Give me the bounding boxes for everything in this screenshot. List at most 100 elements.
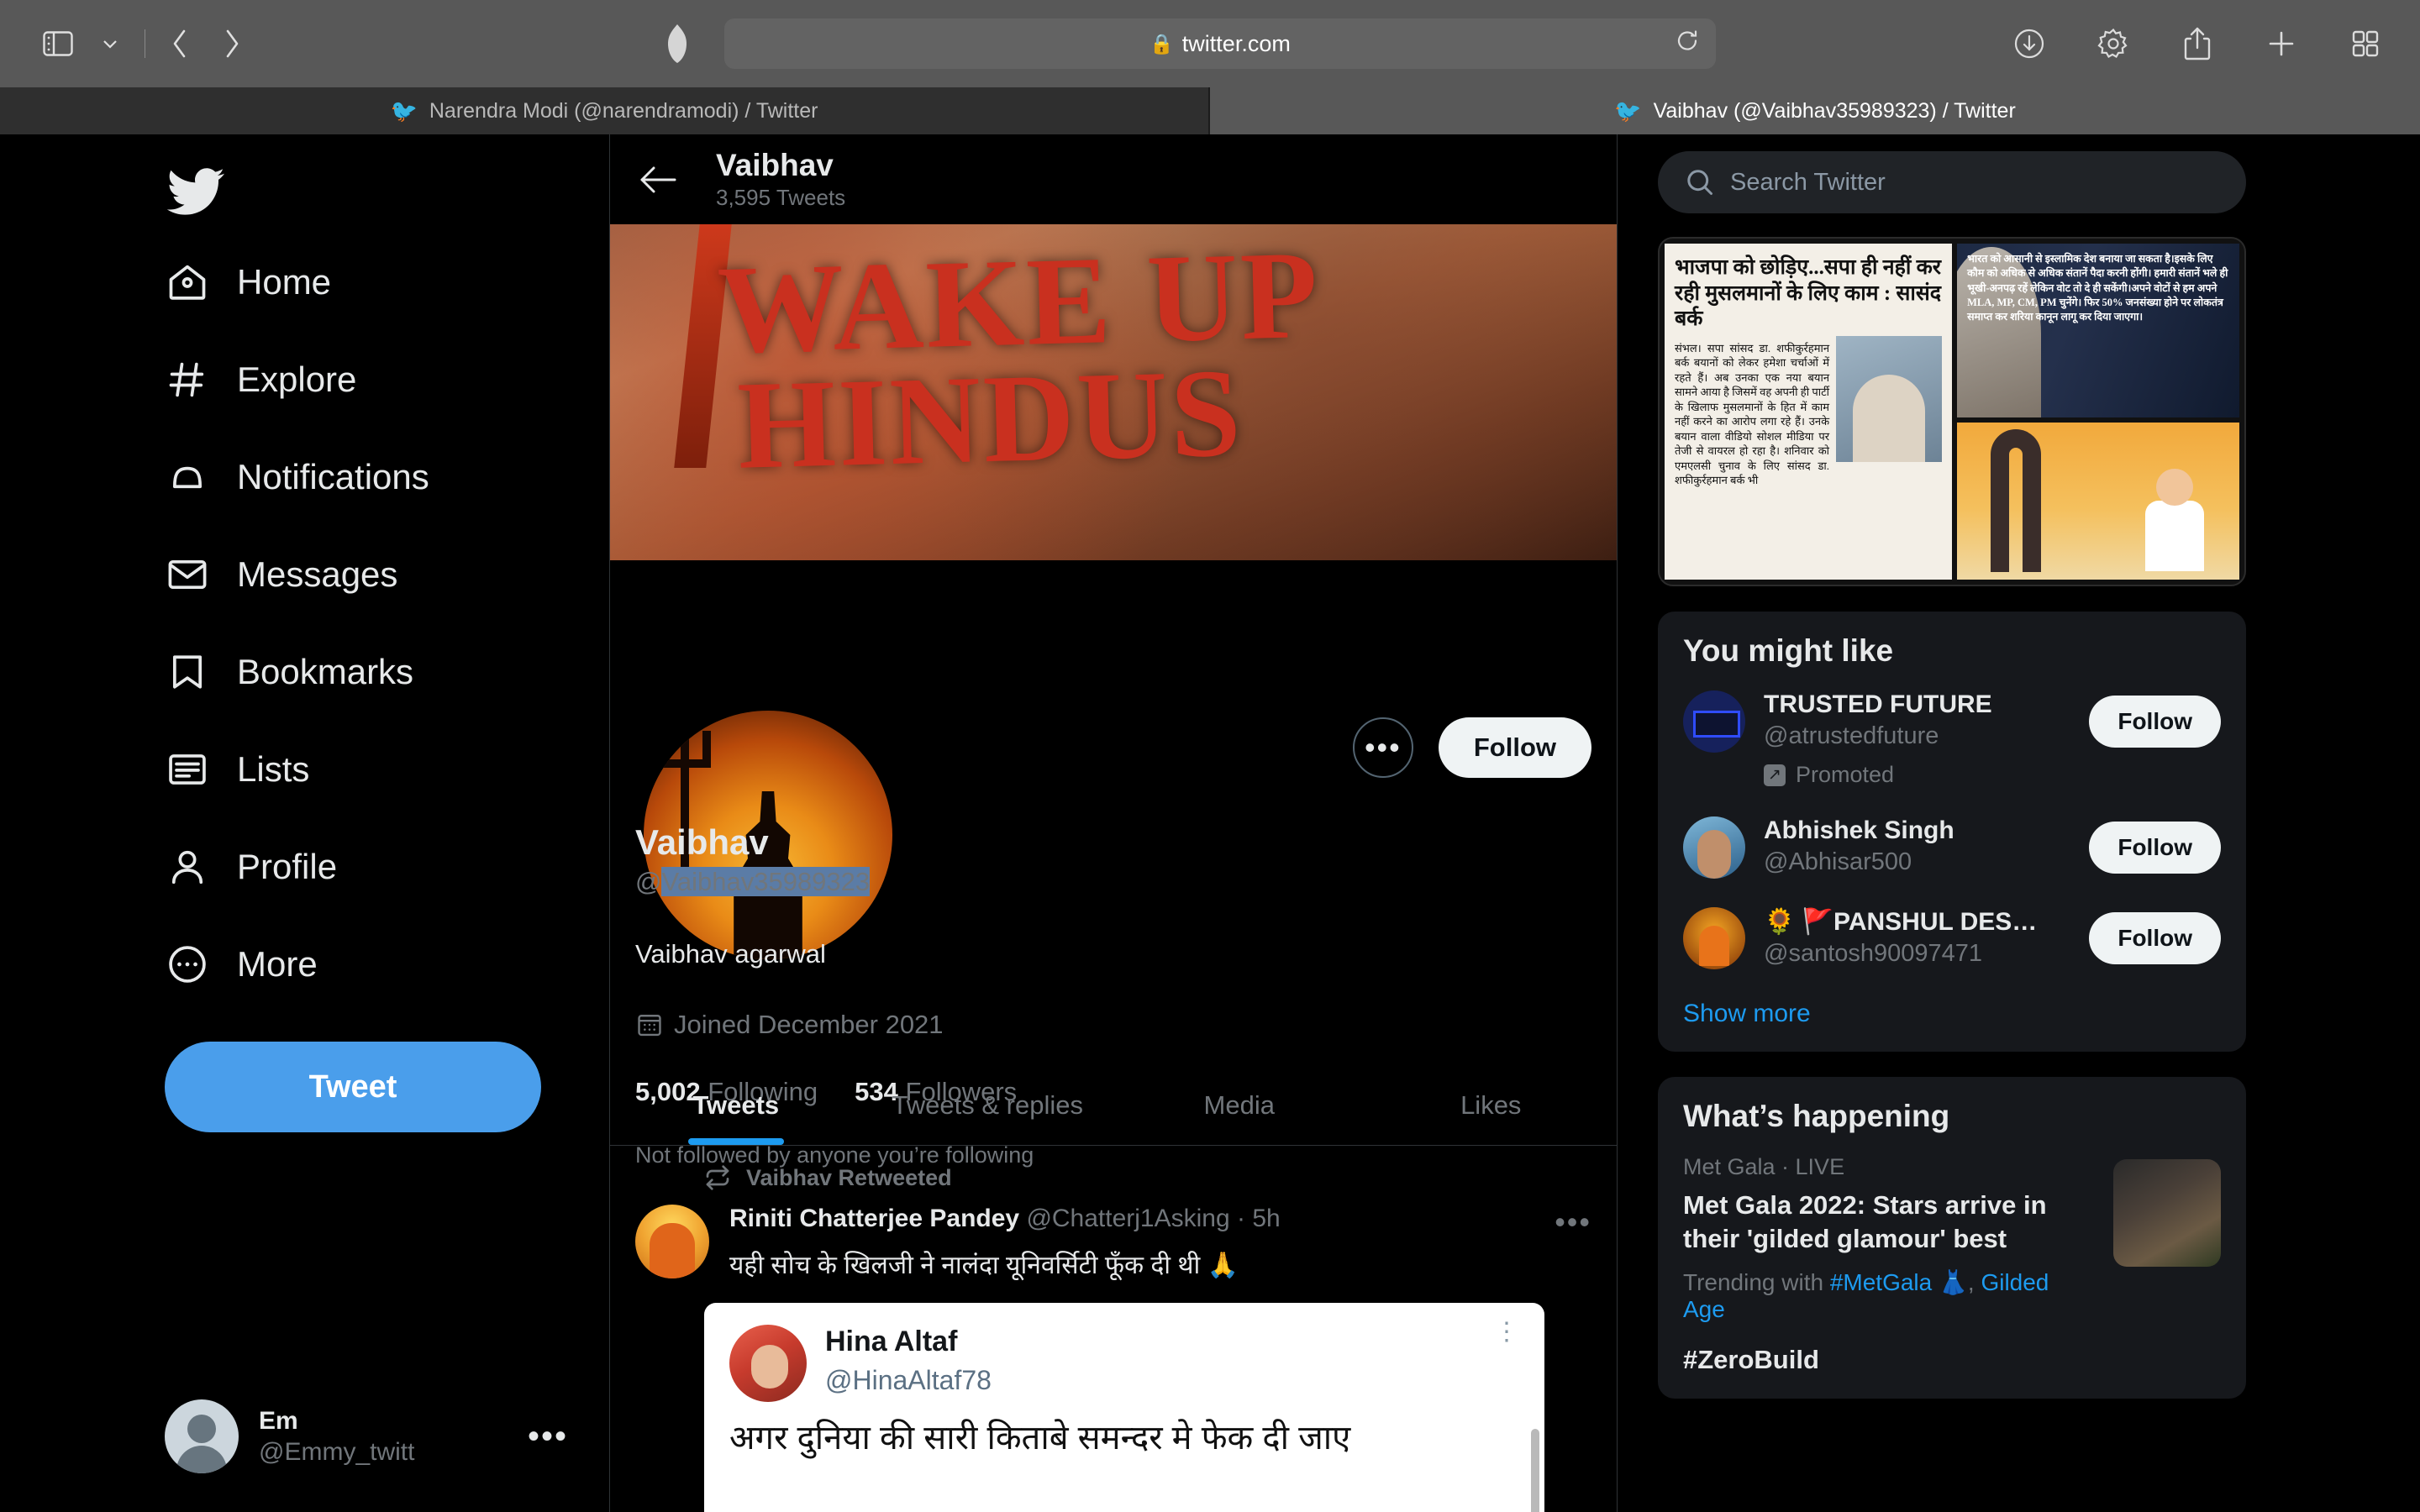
suggestion-name: Abhishek Singh (1764, 816, 1954, 844)
sidebar-item-explore[interactable]: Explore (165, 331, 390, 428)
browser-tab-2-title: Vaibhav (@Vaibhav35989323) / Twitter (1653, 98, 2016, 123)
privacy-shield-icon[interactable] (666, 24, 689, 68)
reload-icon[interactable] (1676, 29, 1699, 59)
tab-likes[interactable]: Likes (1365, 1065, 1618, 1145)
avatar[interactable] (635, 1205, 709, 1278)
quote-image-panel: भारत को आसानी से इस्लामिक देश बनाया जा स… (1957, 244, 2239, 417)
hashtag-icon (165, 357, 210, 402)
scrollbar[interactable] (1531, 1429, 1539, 1512)
tweet-time: 5h (1252, 1205, 1281, 1232)
sidebar-item-label: Profile (237, 847, 338, 886)
sidebar-toggle-icon[interactable] (32, 18, 84, 70)
browser-tab-2[interactable]: 🐦 Vaibhav (@Vaibhav35989323) / Twitter (1210, 87, 2420, 134)
twitter-bird-logo[interactable] (165, 161, 225, 222)
suggestion-row[interactable]: 🌻 🚩PANSHUL DES… @santosh90097471 Follow (1658, 894, 2246, 984)
sidebar-item-label: Messages (237, 554, 398, 594)
trending-with-prefix: Trending with (1683, 1268, 1824, 1295)
sidebar-item-notifications[interactable]: Notifications (165, 428, 463, 526)
sidebar-item-label: More (237, 944, 318, 984)
you-might-like-panel: You might like TRUSTED FUTURE @atrustedf… (1658, 612, 2246, 1052)
banner-text: WAKE UP HINDUS (716, 225, 1580, 496)
chevron-down-icon[interactable] (84, 18, 136, 70)
tweet-count: 3,595 Tweets (716, 184, 846, 210)
retweet-icon (704, 1164, 731, 1191)
tweet-author-line: Riniti Chatterjee Pandey @Chatterj1Askin… (729, 1205, 1281, 1233)
sidebar-item-more[interactable]: More (165, 916, 351, 1013)
tweet-separator: · (1237, 1205, 1246, 1232)
plus-icon[interactable] (2255, 18, 2307, 70)
tag-separator: , (1967, 1268, 1975, 1295)
trend-item[interactable]: Met Gala · LIVE Met Gala 2022: Stars arr… (1658, 1142, 2246, 1338)
calendar-icon (635, 1011, 664, 1039)
cartoon-image-panel (1957, 423, 2239, 580)
profile-timeline: Vaibhav 3,595 Tweets WAKE UP HINDUS ••• … (609, 134, 1618, 1512)
profile-handle[interactable]: @Vaibhav35989323 (635, 867, 1591, 897)
promoted-label-row: ↗ Promoted (1764, 762, 2070, 788)
follow-button[interactable]: Follow (2089, 822, 2221, 874)
suggestion-name: 🌻 🚩PANSHUL DES… (1764, 908, 2038, 936)
trend-next-tag[interactable]: #ZeroBuild (1658, 1338, 2246, 1399)
retweet-label: Vaibhav Retweeted (746, 1164, 952, 1190)
panel-title: What’s happening (1683, 1099, 1950, 1133)
trend-thumbnail (2113, 1159, 2221, 1267)
tab-tweets[interactable]: Tweets (610, 1065, 862, 1145)
suggestion-row[interactable]: Abhishek Singh @Abhisar500 Follow (1658, 803, 2246, 894)
share-icon[interactable] (2171, 18, 2223, 70)
tweet-more-icon[interactable]: ••• (1538, 1205, 1591, 1240)
page-title: Vaibhav (716, 148, 834, 183)
promoted-label: Promoted (1796, 762, 1895, 787)
browser-tab-1[interactable]: 🐦 Narendra Modi (@narendramodi) / Twitte… (0, 87, 1210, 134)
tab-strip: 🐦 Narendra Modi (@narendramodi) / Twitte… (0, 87, 2420, 134)
sidebar-item-label: Lists (237, 749, 310, 789)
back-arrow-icon[interactable] (634, 156, 681, 203)
address-bar[interactable]: 🔒 twitter.com (724, 18, 1716, 69)
bookmark-icon (165, 649, 210, 695)
sidebar-item-lists[interactable]: Lists (165, 721, 343, 818)
suggestion-row[interactable]: TRUSTED FUTURE @atrustedfuture ↗ Promote… (1658, 677, 2246, 803)
url-text: twitter.com (1181, 30, 1291, 56)
profile-display-name: Vaibhav (635, 822, 769, 862)
tweet-author-handle: @Chatterj1Asking (1026, 1205, 1230, 1232)
trend-headline: Met Gala 2022: Stars arrive in their 'gi… (1683, 1190, 2047, 1254)
show-more-link[interactable]: Show more (1658, 984, 2246, 1052)
tweet-item[interactable]: Riniti Chatterjee Pandey @Chatterj1Askin… (635, 1205, 1591, 1281)
profile-banner-image: WAKE UP HINDUS (610, 224, 1617, 560)
quoted-author-name: Hina Altaf (825, 1326, 958, 1357)
sidebar-item-profile[interactable]: Profile (165, 818, 371, 916)
profile-bio: Vaibhav agarwal (635, 939, 826, 969)
sidebar-item-label: Explore (237, 360, 357, 399)
promoted-image-card[interactable]: भाजपा को छोड़िए...सपा ही नहीं कर रही मुस… (1658, 237, 2246, 586)
whats-happening-panel: What’s happening Met Gala · LIVE Met Gal… (1658, 1077, 2246, 1399)
suggestion-name: TRUSTED FUTURE (1764, 690, 1992, 718)
forward-icon[interactable] (206, 18, 258, 70)
follow-button[interactable]: Follow (1438, 717, 1591, 778)
tweet-button[interactable]: Tweet (165, 1042, 541, 1132)
man-illustration (2145, 501, 2204, 571)
search-container (1658, 151, 2246, 213)
trend-tag-link[interactable]: #MetGala 👗 (1830, 1269, 1968, 1295)
tab-tweets-replies[interactable]: Tweets & replies (862, 1065, 1114, 1145)
tab-media[interactable]: Media (1113, 1065, 1365, 1145)
profile-more-button[interactable]: ••• (1352, 717, 1413, 778)
ellipsis-icon[interactable]: ••• (528, 1418, 568, 1456)
follow-button[interactable]: Follow (2089, 912, 2221, 964)
avatar (165, 1399, 239, 1473)
news-photo (1836, 335, 1943, 462)
search-input[interactable] (1658, 151, 2246, 213)
sidebar-item-bookmarks[interactable]: Bookmarks (165, 623, 447, 721)
account-switcher[interactable]: Em @Emmy_twitt ••• (165, 1399, 568, 1473)
twitter-favicon-icon: 🐦 (390, 98, 418, 123)
downloads-icon[interactable] (2003, 18, 2055, 70)
right-sidebar: भाजपा को छोड़िए...सपा ही नहीं कर रही मुस… (1618, 134, 2420, 1512)
twitter-favicon-icon: 🐦 (1614, 98, 1642, 123)
handle-text-selected: Vaibhav35989323 (661, 867, 871, 897)
tab-overview-icon[interactable] (2339, 18, 2391, 70)
back-icon[interactable] (154, 18, 206, 70)
sidebar-item-home[interactable]: Home (165, 234, 365, 331)
follow-button[interactable]: Follow (2089, 696, 2221, 748)
twitter-app: Home Explore Notifications Messages Book… (0, 134, 2420, 1512)
sidebar-item-messages[interactable]: Messages (165, 526, 431, 623)
quoted-tweet-image[interactable]: Hina Altaf @HinaAltaf78 ⋮ अगर दुनिया की … (704, 1303, 1544, 1512)
gear-icon[interactable] (2087, 18, 2139, 70)
banner-text-line2: HINDUS (735, 343, 1245, 496)
